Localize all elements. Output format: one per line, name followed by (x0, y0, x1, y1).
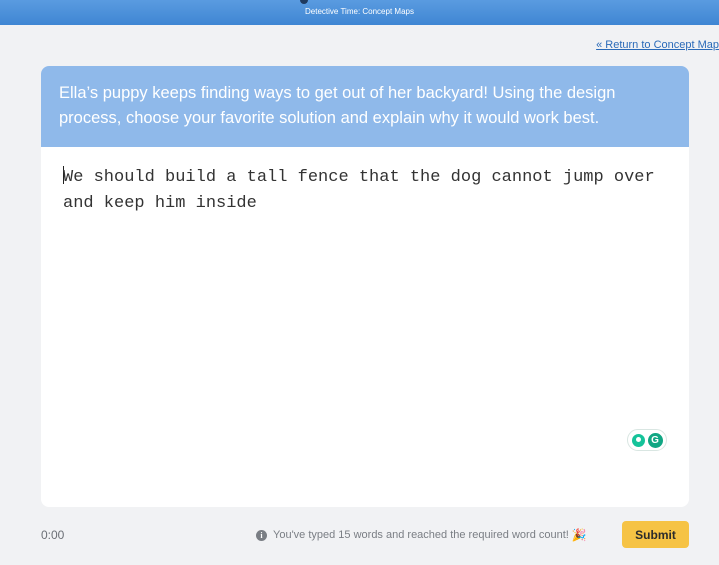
grammarly-widget[interactable]: G (627, 429, 667, 451)
question-prompt: Ella’s puppy keeps finding ways to get o… (41, 66, 689, 147)
word-count-status: i You've typed 15 words and reached the … (256, 528, 587, 542)
top-bar: Detective Time: Concept Maps (0, 0, 719, 25)
page-title: Detective Time: Concept Maps (305, 7, 414, 16)
answer-text: We should build a tall fence that the do… (63, 168, 665, 213)
return-to-concept-map-link[interactable]: « Return to Concept Map (596, 39, 719, 51)
word-count-message: You've typed 15 words and reached the re… (273, 529, 569, 541)
info-icon: i (256, 529, 267, 541)
party-popper-icon: 🎉 (571, 528, 587, 542)
camera-notch (300, 0, 308, 4)
timer: 0:00 (41, 528, 65, 542)
answer-textarea[interactable]: We should build a tall fence that the do… (41, 147, 689, 507)
lightbulb-icon[interactable] (631, 433, 645, 447)
question-card: Ella’s puppy keeps finding ways to get o… (41, 66, 689, 507)
grammarly-icon[interactable]: G (647, 432, 663, 448)
submit-button[interactable]: Submit (622, 521, 689, 548)
footer: 0:00 i You've typed 15 words and reached… (41, 521, 689, 549)
